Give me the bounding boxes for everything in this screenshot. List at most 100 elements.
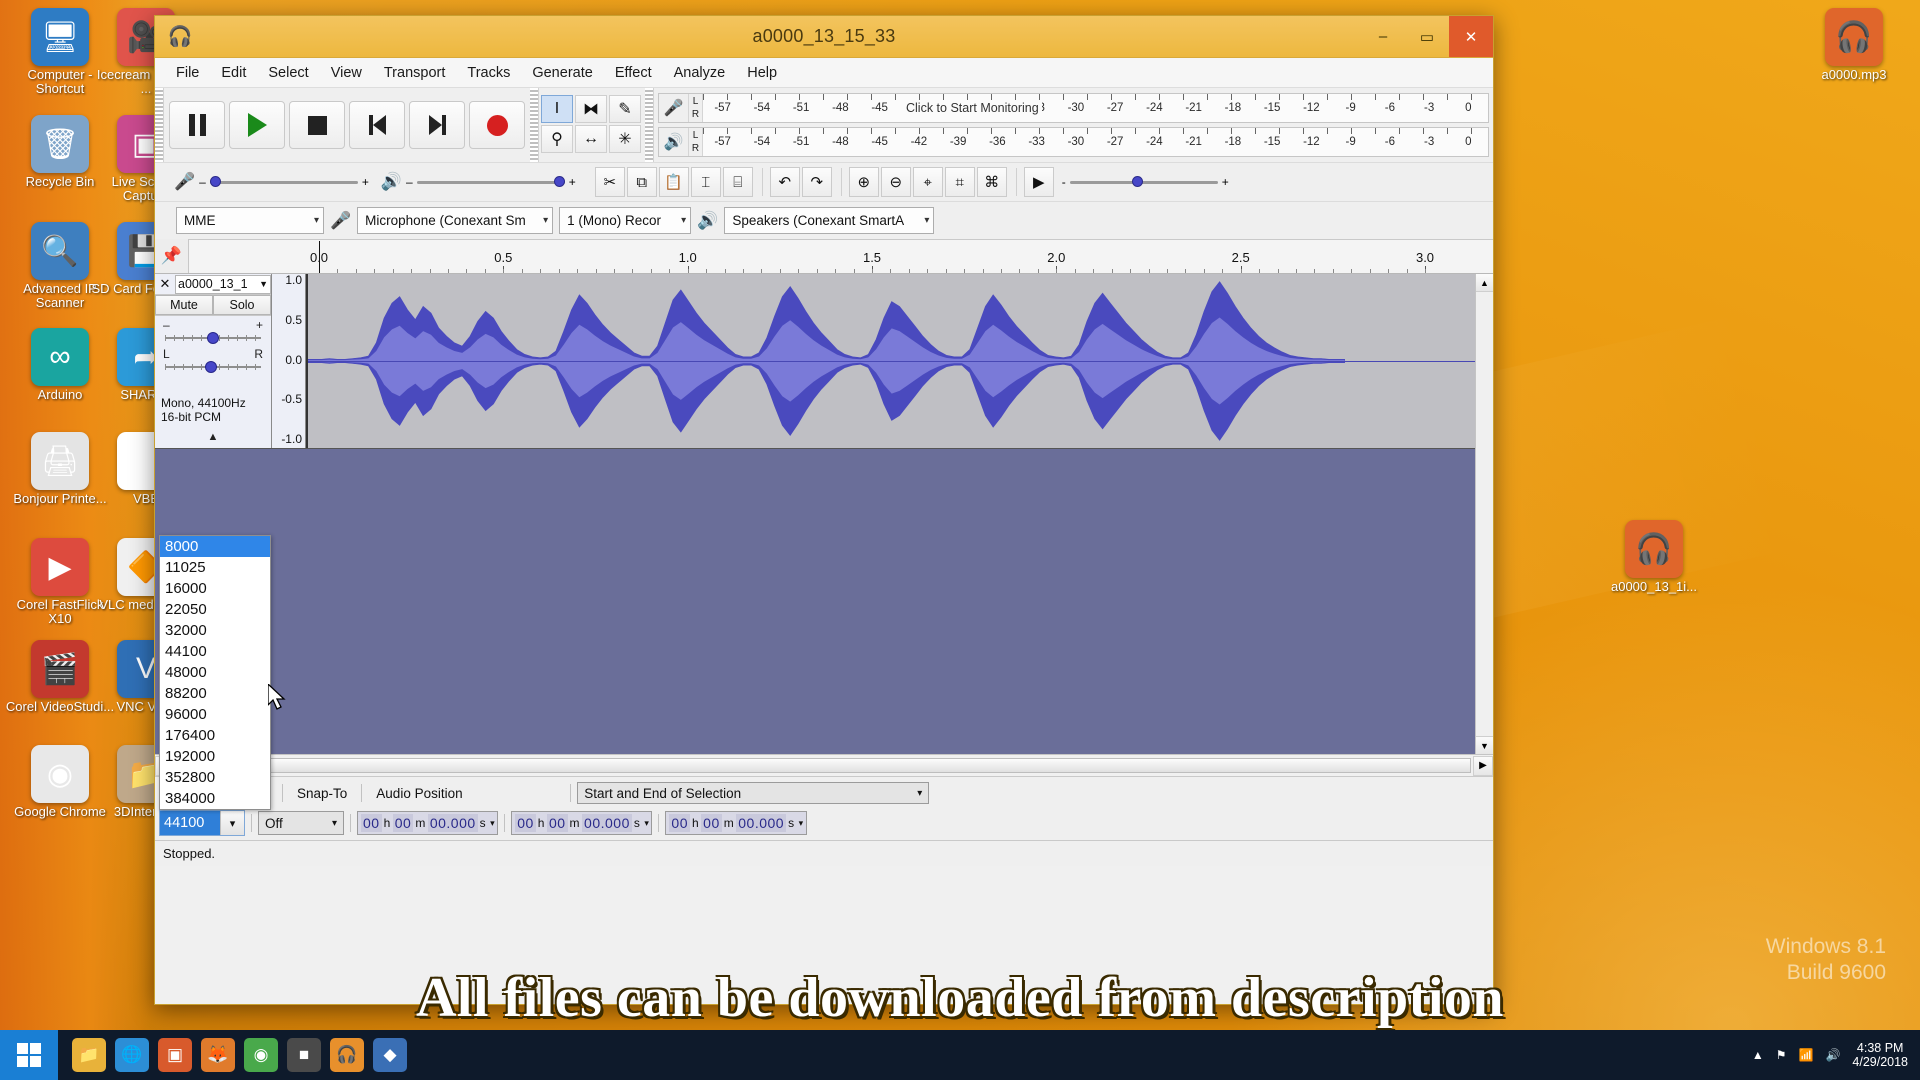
envelope-tool[interactable]: ⧓ [575,95,607,123]
close-track-icon[interactable]: ✕ [155,276,175,292]
menu-item-select[interactable]: Select [257,62,319,84]
rate-option-176400[interactable]: 176400 [160,725,270,746]
taskbar-internet-explorer[interactable]: 🌐 [115,1038,149,1072]
fit-project-button[interactable]: ⌗ [945,167,975,197]
rate-option-352800[interactable]: 352800 [160,767,270,788]
zoom-out-button[interactable]: ⊖ [881,167,911,197]
recording-device-select[interactable]: Microphone (Conexant Sm ▾ [357,207,553,234]
draw-tool[interactable]: ✎ [609,95,641,123]
playback-meter-scale[interactable]: -57-54-51-48-45-42-39-36-33-30-27-24-21-… [703,128,1488,156]
timeline-scale[interactable]: 0.00.51.01.52.02.53.0 [189,239,1493,273]
paste-button[interactable]: 📋 [659,167,689,197]
taskbar-clock[interactable]: 4:38 PM 4/29/2018 [1852,1041,1908,1069]
menu-item-effect[interactable]: Effect [604,62,663,84]
menu-item-tracks[interactable]: Tracks [456,62,521,84]
silence-audio-button[interactable]: ⌸ [723,167,753,197]
taskbar-firefox[interactable]: 🦊 [201,1038,235,1072]
rate-option-96000[interactable]: 96000 [160,704,270,725]
tray-notification-icon[interactable]: ⚑ [1776,1048,1787,1062]
undo-button[interactable]: ↶ [770,167,800,197]
gain-slider[interactable] [163,331,263,345]
mute-button[interactable]: Mute [155,295,213,315]
selection-end-field[interactable]: 00 h 00 m 00.000 s ▾ [665,811,806,835]
scroll-down-icon[interactable]: ▼ [1476,736,1493,754]
timeline-ruler[interactable]: 📌 0.00.51.01.52.02.53.0 [155,240,1493,274]
project-rate-combo[interactable]: 44100 ▾ [159,810,245,836]
playback-device-select[interactable]: Speakers (Conexant SmartA ▾ [724,207,934,234]
horizontal-scroll-thumb[interactable] [177,758,1471,773]
pause-button[interactable] [169,101,225,149]
zoom-in-button[interactable]: ⊕ [849,167,879,197]
output-volume-slider[interactable] [417,174,565,190]
recording-meter-scale[interactable]: -57-54-51-48-45-42-39-36-33-30-27-24-21-… [703,94,1488,122]
rate-option-48000[interactable]: 48000 [160,662,270,683]
recording-channels-select[interactable]: 1 (Mono) Recor ▾ [559,207,691,234]
tray-volume-icon[interactable]: 🔊 [1825,1048,1840,1062]
menu-item-help[interactable]: Help [736,62,788,84]
taskbar-terminal[interactable]: ■ [287,1038,321,1072]
track-vertical-ruler[interactable]: 1.00.50.0-0.5-1.0 [272,274,306,448]
audio-host-select[interactable]: MME ▾ [176,207,324,234]
taskbar-chrome[interactable]: ◉ [244,1038,278,1072]
cut-button[interactable]: ✂ [595,167,625,197]
menu-item-view[interactable]: View [320,62,373,84]
waveform-display[interactable] [306,274,1493,448]
menu-item-transport[interactable]: Transport [373,62,457,84]
selection-mode-select[interactable]: Start and End of Selection ▾ [577,782,929,804]
chevron-down-icon[interactable]: ▾ [644,818,649,829]
taskbar-app-extra[interactable]: ◆ [373,1038,407,1072]
fit-selection-button[interactable]: ⌖ [913,167,943,197]
rate-option-88200[interactable]: 88200 [160,683,270,704]
menu-item-analyze[interactable]: Analyze [663,62,737,84]
tray-network-icon[interactable]: 📶 [1798,1048,1813,1062]
rate-option-44100[interactable]: 44100 [160,641,270,662]
toolbar-grip-transport[interactable] [155,88,164,162]
project-rate-dropdown-list[interactable]: 8000110251600022050320004410048000882009… [159,535,271,810]
snap-to-select[interactable]: Off ▾ [258,811,344,835]
start-button[interactable] [0,1030,58,1080]
chevron-down-icon[interactable]: ▾ [220,811,244,835]
record-button[interactable] [469,101,525,149]
scroll-up-icon[interactable]: ▲ [1476,274,1493,292]
copy-button[interactable]: ⧉ [627,167,657,197]
track-name-dropdown[interactable]: a0000_13_1 ▼ [175,275,271,294]
playback-meter[interactable]: 🔊 L R -57-54-51-48-45-42-39-36-33-30-27-… [658,127,1489,157]
recording-meter[interactable]: 🎤 L R -57-54-51-48-45-42-39-36-33-30-27-… [658,93,1489,123]
track-collapse-icon[interactable]: ▲ [208,431,219,443]
rate-option-11025[interactable]: 11025 [160,557,270,578]
toolbar-grip-tools[interactable] [530,88,539,162]
zoom-toggle-button[interactable]: ⌘ [977,167,1007,197]
taskbar-file-explorer[interactable]: 📁 [72,1038,106,1072]
play-speed-slider[interactable] [1070,174,1218,190]
input-volume-slider[interactable] [210,174,358,190]
chevron-down-icon[interactable]: ▾ [799,818,804,829]
taskbar-audacity[interactable]: 🎧 [330,1038,364,1072]
toolbar-grip-meter[interactable] [645,88,654,162]
pin-icon[interactable]: 📌 [155,239,189,273]
time-shift-tool[interactable]: ↔ [575,125,607,153]
rate-option-16000[interactable]: 16000 [160,578,270,599]
menu-item-file[interactable]: File [165,62,210,84]
rate-option-22050[interactable]: 22050 [160,599,270,620]
tray-show-hidden-icon[interactable]: ▲ [1752,1048,1764,1062]
rate-option-384000[interactable]: 384000 [160,788,270,809]
selection-cursor[interactable] [306,274,308,448]
rate-option-32000[interactable]: 32000 [160,620,270,641]
pan-slider[interactable] [163,360,263,374]
skip-to-end-button[interactable] [409,101,465,149]
rate-option-192000[interactable]: 192000 [160,746,270,767]
desktop-icon-audio-file[interactable]: 🎧a0000_13_1i... [1598,520,1710,594]
skip-to-start-button[interactable] [349,101,405,149]
selection-tool[interactable]: I [541,95,573,123]
audio-position-field[interactable]: 00 h 00 m 00.000 s ▾ [357,811,498,835]
vertical-scrollbar[interactable]: ▲ ▼ [1475,274,1493,754]
selection-start-field[interactable]: 00 h 00 m 00.000 s ▾ [511,811,652,835]
desktop-icon-mp3-file[interactable]: 🎧a0000.mp3 [1798,8,1910,82]
horizontal-scrollbar[interactable]: ◀ ▶ [155,754,1493,776]
menu-item-edit[interactable]: Edit [210,62,257,84]
trim-audio-button[interactable]: ⌶ [691,167,721,197]
menu-item-generate[interactable]: Generate [521,62,603,84]
redo-button[interactable]: ↷ [802,167,832,197]
rate-option-8000[interactable]: 8000 [160,536,270,557]
scroll-right-icon[interactable]: ▶ [1473,756,1493,776]
